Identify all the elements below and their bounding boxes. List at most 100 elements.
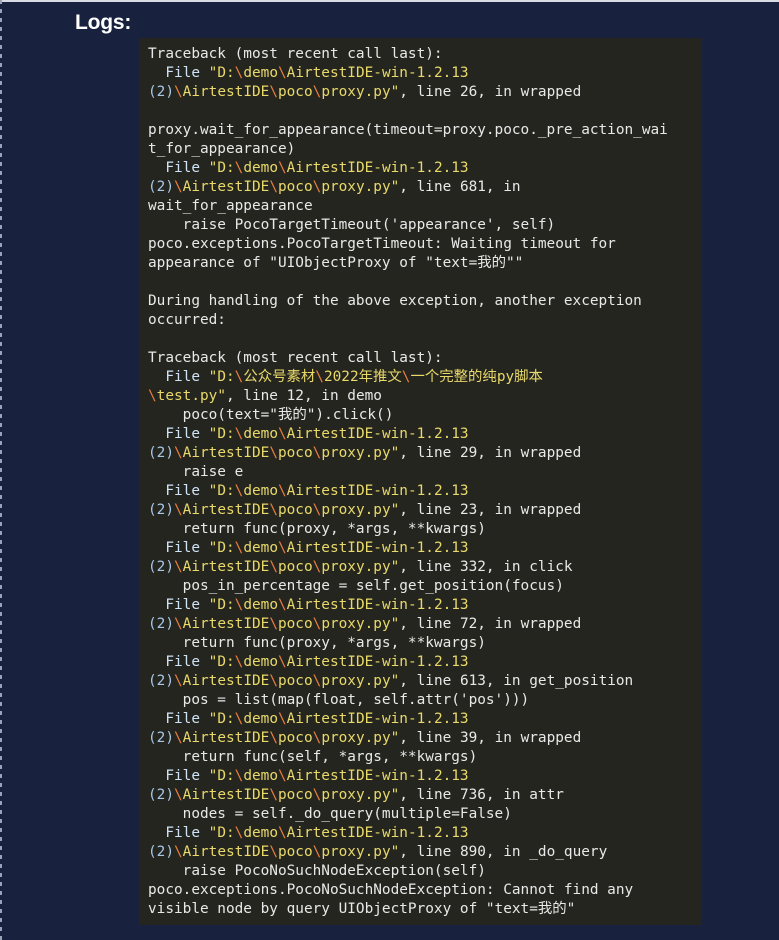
log-token: demo [243, 654, 278, 670]
log-token: AirtestIDE-win-1.2.13 [286, 160, 469, 176]
log-token: \ [277, 768, 287, 784]
log-token: \ [269, 84, 278, 100]
log-line: (2)\AirtestIDE\poco\proxy.py", line 26, … [148, 83, 702, 102]
log-token: return func(proxy, *args, **kwargs) [148, 521, 486, 537]
log-token: \ [269, 787, 278, 803]
log-token: appearance of "UIObjectProxy of "text=我的… [148, 255, 524, 271]
log-token: raise PocoTargetTimeout('appearance', se… [148, 217, 556, 233]
log-line: (2)\AirtestIDE\poco\proxy.py", line 681,… [148, 178, 702, 197]
log-token: AirtestIDE-win-1.2.13 [286, 654, 469, 670]
log-token: AirtestIDE-win-1.2.13 [286, 825, 469, 841]
log-token: AirtestIDE [182, 616, 270, 632]
log-token: AirtestIDE [182, 502, 270, 518]
log-token: proxy.py" [321, 445, 400, 461]
log-token: (2) [148, 844, 174, 860]
log-token: \ [174, 445, 183, 461]
log-token: poco [277, 179, 313, 195]
log-line: proxy.wait_for_appearance(timeout=proxy.… [148, 121, 702, 140]
log-token: File [148, 65, 209, 81]
log-token: File [148, 711, 209, 727]
log-line: (2)\AirtestIDE\poco\proxy.py", line 736,… [148, 786, 702, 805]
log-line: poco(text="我的").click() [148, 406, 702, 425]
log-token: (2) [148, 730, 174, 746]
log-line: (2)\AirtestIDE\poco\proxy.py", line 72, … [148, 615, 702, 634]
log-token: \ [174, 730, 183, 746]
log-token: \ [277, 65, 287, 81]
log-token: Traceback (most recent call last): [148, 350, 443, 366]
log-token: nodes = self._do_query(multiple=False) [148, 806, 512, 822]
log-token: , line 613, in get_position [399, 673, 634, 689]
log-token: "D: [208, 160, 235, 176]
log-token: (2) [148, 673, 174, 689]
log-token: , line 681, in [399, 179, 521, 195]
log-token: poco [277, 502, 313, 518]
log-line: poco.exceptions.PocoNoSuchNodeException:… [148, 881, 702, 900]
log-token: poco [277, 559, 313, 575]
log-token: File [148, 654, 209, 670]
log-token: "D: [208, 768, 235, 784]
log-line: wait_for_appearance [148, 197, 702, 216]
log-token: \ [312, 673, 322, 689]
log-token: AirtestIDE-win-1.2.13 [286, 597, 469, 613]
log-token: demo [243, 160, 278, 176]
log-token: \ [312, 787, 322, 803]
log-token: proxy.py" [321, 673, 400, 689]
log-token: \ [312, 616, 322, 632]
log-line: File "D:\demo\AirtestIDE-win-1.2.13 [148, 539, 702, 558]
log-token: \ [277, 654, 287, 670]
log-token: (2) [148, 787, 174, 803]
log-token: File [148, 540, 209, 556]
log-token: \ [269, 559, 278, 575]
log-token: \ [269, 445, 278, 461]
log-line: File "D:\demo\AirtestIDE-win-1.2.13 [148, 596, 702, 615]
log-token: During handling of the above exception, … [148, 293, 642, 309]
log-line: (2)\AirtestIDE\poco\proxy.py", line 39, … [148, 729, 702, 748]
log-token: poco.exceptions.PocoNoSuchNodeException:… [148, 882, 634, 898]
log-token: AirtestIDE [182, 844, 270, 860]
log-token: 一个完整的纯py脚本 [410, 369, 543, 385]
log-token: \ [277, 597, 287, 613]
log-token: (2) [148, 179, 174, 195]
log-token: "D: [208, 483, 235, 499]
log-token: \ [269, 730, 278, 746]
log-token: \ [315, 369, 324, 385]
log-token: demo [243, 540, 278, 556]
log-token: \ [174, 559, 183, 575]
log-line: appearance of "UIObjectProxy of "text=我的… [148, 254, 702, 273]
log-line-list: Traceback (most recent call last): File … [139, 45, 702, 919]
log-token: proxy.py" [321, 787, 400, 803]
log-token: \ [277, 483, 287, 499]
log-token: \ [174, 84, 183, 100]
log-token: poco [277, 730, 313, 746]
log-token: proxy.py" [321, 502, 400, 518]
log-token: demo [243, 426, 278, 442]
log-line: File "D:\demo\AirtestIDE-win-1.2.13 [148, 710, 702, 729]
log-token: wait_for_appearance [148, 198, 313, 214]
log-token: AirtestIDE [182, 84, 270, 100]
log-token: File [148, 160, 209, 176]
log-line: raise e [148, 463, 702, 482]
log-line: (2)\AirtestIDE\poco\proxy.py", line 890,… [148, 843, 702, 862]
log-line: File "D:\demo\AirtestIDE-win-1.2.13 [148, 767, 702, 786]
log-output-panel[interactable]: Traceback (most recent call last): File … [139, 38, 702, 925]
log-token: "D: [208, 426, 235, 442]
log-token: AirtestIDE [182, 787, 270, 803]
log-token: 公众号素材 [243, 369, 316, 385]
log-line: raise PocoTargetTimeout('appearance', se… [148, 216, 702, 235]
log-token: \ [312, 445, 322, 461]
log-token: \ [174, 179, 183, 195]
log-token: File [148, 825, 209, 841]
log-token: proxy.py" [321, 844, 400, 860]
log-token: , line 23, in wrapped [399, 502, 582, 518]
log-line: return func(proxy, *args, **kwargs) [148, 520, 702, 539]
log-line: (2)\AirtestIDE\poco\proxy.py", line 613,… [148, 672, 702, 691]
log-token: \ [269, 844, 278, 860]
log-token: \ [312, 730, 322, 746]
log-line: return func(proxy, *args, **kwargs) [148, 634, 702, 653]
log-token: Traceback (most recent call last): [148, 46, 443, 62]
log-token: \ [277, 825, 287, 841]
log-line: (2)\AirtestIDE\poco\proxy.py", line 23, … [148, 501, 702, 520]
log-token: \ [312, 84, 322, 100]
log-token: (2) [148, 445, 174, 461]
